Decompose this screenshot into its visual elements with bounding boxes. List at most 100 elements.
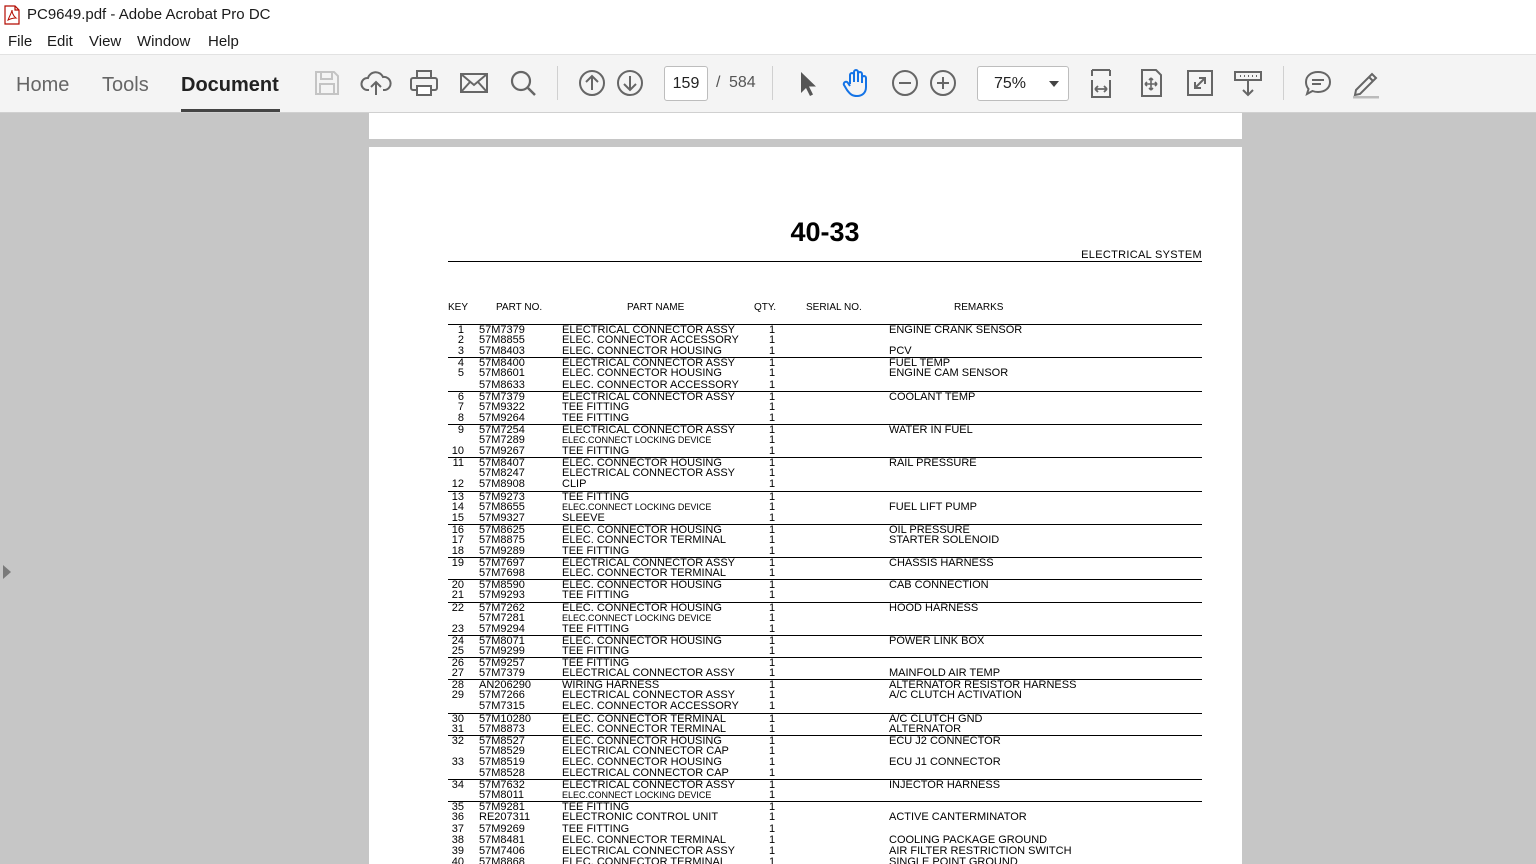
row-part-name: SLEEVE bbox=[562, 511, 605, 524]
row-part-no: 57M8601 bbox=[479, 367, 525, 380]
search-icon[interactable] bbox=[507, 67, 539, 99]
zoom-in-icon[interactable] bbox=[927, 67, 959, 99]
tab-document[interactable]: Document bbox=[181, 74, 279, 97]
row-qty: 1 bbox=[769, 545, 776, 557]
row-remarks: COOLING PACKAGE GROUND bbox=[889, 833, 1048, 846]
toolbar-separator bbox=[557, 66, 558, 100]
row-part-name: TEE FITTING bbox=[562, 589, 630, 602]
table-row: 57M8011 ELEC.CONNECT LOCKING DEVICE 1 bbox=[448, 790, 1202, 801]
row-remarks: ALTERNATOR bbox=[889, 722, 962, 735]
chevron-down-icon bbox=[1049, 81, 1059, 87]
cloud-upload-icon[interactable] bbox=[360, 67, 392, 99]
row-qty: 1 bbox=[769, 833, 776, 846]
fit-width-icon[interactable] bbox=[1085, 67, 1117, 99]
row-part-no: 57M8868 bbox=[479, 855, 525, 864]
comment-icon[interactable] bbox=[1302, 67, 1334, 99]
table-row: 18 57M9289 TEE FITTING 1 bbox=[448, 546, 1202, 557]
previous-page-icon[interactable] bbox=[576, 67, 608, 99]
row-part-no: 57M8655 bbox=[479, 500, 525, 513]
title-bar: PC9649.pdf - Adobe Acrobat Pro DC bbox=[0, 0, 1536, 30]
table-row: 3 57M8403 ELEC. CONNECTOR HOUSING 1 PCV bbox=[448, 346, 1202, 357]
row-part-name: ELEC.CONNECT LOCKING DEVICE bbox=[562, 790, 712, 801]
select-cursor-icon[interactable] bbox=[792, 67, 824, 99]
table-row: 10 57M9267 TEE FITTING 1 bbox=[448, 446, 1202, 457]
fit-page-icon[interactable] bbox=[1135, 67, 1167, 99]
row-qty: 1 bbox=[769, 411, 776, 424]
row-remarks: FUEL LIFT PUMP bbox=[889, 500, 978, 513]
row-qty: 1 bbox=[769, 511, 776, 524]
row-qty: 1 bbox=[769, 378, 776, 391]
row-part-no: 57M9327 bbox=[479, 511, 525, 524]
highlight-pen-icon[interactable] bbox=[1350, 67, 1382, 99]
row-part-no: RE207311 bbox=[479, 811, 531, 824]
row-remarks: A/C CLUTCH ACTIVATION bbox=[889, 689, 1022, 702]
table-row: 40 57M8868 ELEC. CONNECTOR TERMINAL 1 SINGLE… bbox=[448, 855, 1202, 864]
row-part-no: 57M9289 bbox=[479, 545, 525, 557]
row-qty: 1 bbox=[769, 855, 776, 864]
tab-home[interactable]: Home bbox=[16, 74, 69, 97]
zoom-select[interactable]: 75% bbox=[977, 66, 1069, 101]
row-key: 21 bbox=[451, 589, 464, 602]
row-qty: 1 bbox=[769, 445, 776, 458]
table-row: 57M7281 ELEC.CONNECT LOCKING DEVICE 1 bbox=[448, 611, 1202, 624]
row-part-name: ELEC.CONNECT LOCKING DEVICE bbox=[562, 612, 712, 623]
scrolling-mode-icon[interactable] bbox=[1232, 67, 1264, 99]
menu-view[interactable]: View bbox=[89, 33, 121, 50]
document-page: 40-33 ELECTRICAL SYSTEM KEY PART NO. PAR… bbox=[369, 147, 1242, 864]
tab-tools[interactable]: Tools bbox=[102, 74, 149, 97]
menu-window[interactable]: Window bbox=[137, 33, 190, 50]
row-part-no: 57M8011 bbox=[479, 789, 525, 802]
row-part-no: 57M9267 bbox=[479, 445, 525, 458]
table-row: 57M7315 ELEC. CONNECTOR ACCESSORY 1 bbox=[448, 701, 1202, 712]
row-qty: 1 bbox=[769, 789, 776, 802]
row-part-no: 57M8908 bbox=[479, 478, 525, 491]
row-part-name: TEE FITTING bbox=[562, 644, 630, 657]
next-page-icon[interactable] bbox=[614, 67, 646, 99]
row-part-no: 57M8403 bbox=[479, 345, 525, 358]
row-part-name: ELEC.CONNECT LOCKING DEVICE bbox=[562, 501, 712, 512]
row-remarks: SINGLE POINT GROUND bbox=[889, 855, 1018, 864]
row-part-no: 57M8528 bbox=[479, 767, 525, 779]
menu-help[interactable]: Help bbox=[208, 33, 239, 50]
toolbar-separator bbox=[1283, 66, 1284, 100]
table-row: 31 57M8873 ELEC. CONNECTOR TERMINAL 1 ALTERN… bbox=[448, 722, 1202, 735]
row-part-no: 57M9269 bbox=[479, 822, 525, 835]
row-key: 18 bbox=[451, 545, 464, 557]
row-key: 3 bbox=[457, 345, 464, 358]
zoom-value: 75% bbox=[994, 75, 1027, 92]
table-row: 23 57M9294 TEE FITTING 1 bbox=[448, 622, 1202, 635]
full-screen-icon[interactable] bbox=[1184, 67, 1216, 99]
row-part-name: ELEC. CONNECTOR TERMINAL bbox=[562, 567, 727, 580]
row-qty: 1 bbox=[769, 611, 776, 624]
print-icon[interactable] bbox=[408, 67, 440, 99]
hand-tool-icon[interactable] bbox=[840, 67, 872, 99]
menu-file[interactable]: File bbox=[8, 33, 32, 50]
menu-edit[interactable]: Edit bbox=[47, 33, 73, 50]
page-number-input[interactable]: 159 bbox=[664, 66, 708, 101]
row-key: 10 bbox=[451, 445, 464, 458]
page-number-heading: 40-33 bbox=[790, 217, 860, 247]
expand-panel-icon[interactable] bbox=[3, 565, 11, 579]
row-key: 38 bbox=[451, 833, 464, 846]
col-header-key: KEY bbox=[448, 302, 469, 313]
table-row: 57M8633 ELEC. CONNECTOR ACCESSORY 1 bbox=[448, 378, 1202, 391]
row-qty: 1 bbox=[769, 478, 776, 491]
row-qty: 1 bbox=[769, 345, 776, 358]
save-icon[interactable] bbox=[311, 67, 343, 99]
zoom-out-icon[interactable] bbox=[889, 67, 921, 99]
email-icon[interactable] bbox=[458, 67, 490, 99]
row-part-no: 57M8633 bbox=[479, 378, 525, 391]
row-qty: 1 bbox=[769, 367, 776, 380]
row-remarks: ACTIVE CANTERMINATOR bbox=[889, 811, 1027, 824]
col-header-part-name: PART NAME bbox=[627, 302, 685, 313]
window-title: PC9649.pdf - Adobe Acrobat Pro DC bbox=[27, 6, 271, 23]
menu-bar: File Edit View Window Help bbox=[0, 30, 1536, 55]
table-row: 36 RE207311 ELECTRONIC CONTROL UNIT 1 ACTIVE… bbox=[448, 812, 1202, 823]
row-part-name: ELECTRICAL CONNECTOR CAP bbox=[562, 767, 729, 779]
row-part-no: 57M7315 bbox=[479, 700, 525, 713]
row-part-name: TEE FITTING bbox=[562, 622, 630, 635]
row-part-no: 57M9294 bbox=[479, 622, 525, 635]
row-remarks: PCV bbox=[889, 345, 912, 358]
col-header-qty: QTY. bbox=[754, 302, 777, 313]
row-part-name: ELEC. CONNECTOR TERMINAL bbox=[562, 833, 727, 846]
